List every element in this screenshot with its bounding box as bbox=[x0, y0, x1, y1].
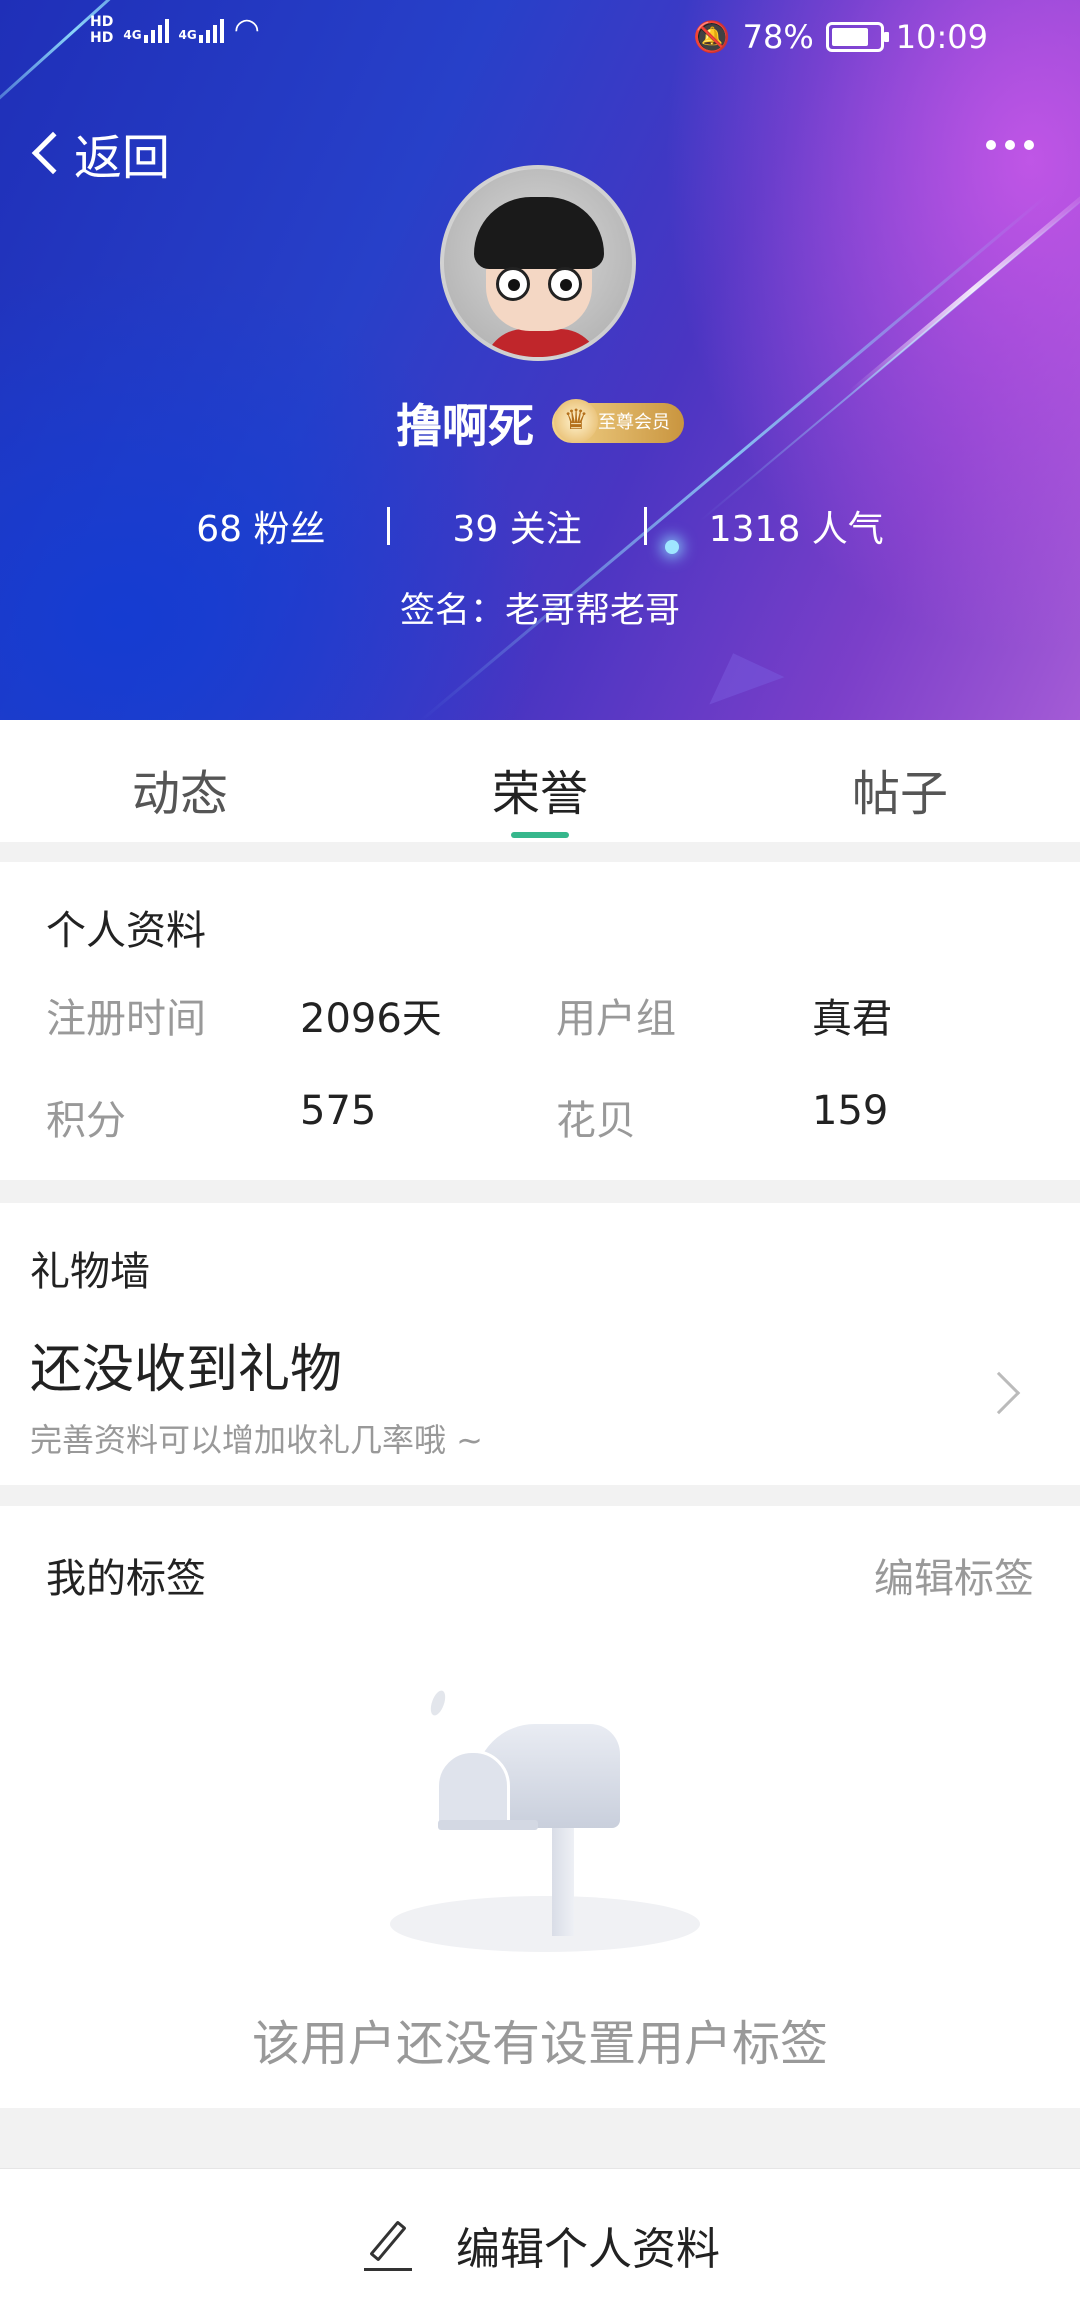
hd-label: HD bbox=[90, 30, 114, 46]
edit-tags-button[interactable]: 编辑标签 bbox=[874, 1546, 1034, 1604]
my-tags-card: 我的标签 编辑标签 该用户还没有设置用户标签 bbox=[0, 1506, 1080, 2108]
battery-percent: 78% bbox=[742, 18, 814, 56]
profile-page: HD HD 4G 4G ◠ 🔕 78% 10:09 返回 撸啊死 ♛ 至尊会员 … bbox=[0, 0, 1080, 2312]
stat-popularity: 1318 人气 bbox=[708, 509, 884, 550]
bottom-bar: 编辑个人资料 bbox=[0, 2168, 1080, 2312]
battery-icon bbox=[825, 22, 889, 52]
profile-header: HD HD 4G 4G ◠ 🔕 78% 10:09 返回 撸啊死 ♛ 至尊会员 … bbox=[0, 0, 1080, 720]
network-type-label: 4G bbox=[123, 28, 142, 42]
pencil-icon bbox=[360, 2217, 416, 2273]
tab-label: 帖子 bbox=[851, 766, 948, 822]
gift-hint: 完善资料可以增加收礼几率哦 ~ bbox=[30, 1421, 483, 1459]
info-value: 575 bbox=[300, 1088, 377, 1134]
profile-stats: 68 粉丝 39 关注 1318 人气 bbox=[0, 500, 1080, 552]
more-options-button[interactable] bbox=[986, 140, 1034, 150]
more-dots-icon bbox=[1005, 140, 1015, 150]
tags-empty-text: 该用户还没有设置用户标签 bbox=[251, 2016, 828, 2072]
tab-activity[interactable]: 动态 bbox=[0, 720, 360, 842]
tab-label: 动态 bbox=[131, 766, 228, 822]
profile-tabs: 动态 荣誉 帖子 bbox=[0, 720, 1080, 842]
stat-followers[interactable]: 68 粉丝 bbox=[134, 500, 387, 552]
empty-mailbox-illustration bbox=[380, 1684, 710, 1954]
wifi-icon: ◠ bbox=[233, 12, 260, 47]
gift-empty-title: 还没收到礼物 bbox=[30, 1340, 343, 1400]
section-title: 我的标签 bbox=[46, 1556, 206, 1602]
username-row: 撸啊死 ♛ 至尊会员 bbox=[0, 390, 1080, 456]
info-label: 注册时间 bbox=[46, 996, 206, 1042]
crown-icon: ♛ bbox=[554, 399, 598, 443]
signature: 签名：老哥帮老哥 bbox=[399, 591, 680, 631]
status-bar-right: 🔕 78% 10:09 bbox=[693, 18, 988, 56]
username: 撸啊死 bbox=[396, 399, 534, 453]
stat-following[interactable]: 39 关注 bbox=[390, 500, 643, 552]
info-label: 积分 bbox=[46, 1098, 126, 1144]
decor-triangle bbox=[695, 639, 785, 705]
tab-honors[interactable]: 荣誉 bbox=[360, 720, 720, 842]
avatar[interactable] bbox=[440, 165, 636, 361]
info-value: 2096天 bbox=[300, 996, 442, 1042]
chevron-left-icon bbox=[31, 131, 75, 175]
info-value: 真君 bbox=[812, 996, 892, 1042]
hd-label: HD bbox=[90, 14, 114, 30]
status-bar-left: HD HD 4G 4G ◠ bbox=[90, 14, 260, 46]
section-title: 个人资料 bbox=[46, 908, 206, 954]
more-dots-icon bbox=[986, 140, 996, 150]
tab-label: 荣誉 bbox=[491, 766, 588, 822]
personal-info-card: 个人资料 注册时间 2096天 用户组 真君 积分 575 花贝 159 bbox=[0, 862, 1080, 1180]
edit-profile-button[interactable]: 编辑个人资料 bbox=[0, 2213, 1080, 2277]
signal-icon: 4G bbox=[123, 17, 169, 43]
gift-wall-card[interactable]: 礼物墙 还没收到礼物 完善资料可以增加收礼几率哦 ~ bbox=[0, 1203, 1080, 1485]
info-label: 用户组 bbox=[556, 996, 676, 1042]
active-tab-indicator bbox=[511, 832, 569, 838]
network-type-label: 4G bbox=[178, 28, 197, 42]
hd-icons: HD HD bbox=[90, 14, 113, 46]
tab-posts[interactable]: 帖子 bbox=[720, 720, 1080, 842]
info-value: 159 bbox=[812, 1088, 889, 1134]
more-dots-icon bbox=[1024, 140, 1034, 150]
clock: 10:09 bbox=[895, 18, 988, 56]
info-label: 花贝 bbox=[556, 1098, 636, 1144]
back-label: 返回 bbox=[74, 130, 171, 186]
decor-streak bbox=[699, 185, 1080, 522]
mute-bell-icon: 🔕 bbox=[693, 19, 731, 55]
status-bar: HD HD 4G 4G ◠ 🔕 78% 10:09 bbox=[0, 0, 1080, 80]
decor-streak bbox=[848, 184, 1080, 395]
signal-icon: 4G bbox=[179, 17, 224, 43]
back-button[interactable]: 返回 bbox=[30, 118, 170, 188]
edit-profile-label: 编辑个人资料 bbox=[456, 2224, 720, 2275]
section-title: 礼物墙 bbox=[30, 1249, 150, 1295]
battery-level bbox=[831, 28, 868, 46]
vip-badge[interactable]: ♛ 至尊会员 bbox=[552, 399, 684, 443]
vip-badge-label: 至尊会员 bbox=[598, 412, 670, 433]
